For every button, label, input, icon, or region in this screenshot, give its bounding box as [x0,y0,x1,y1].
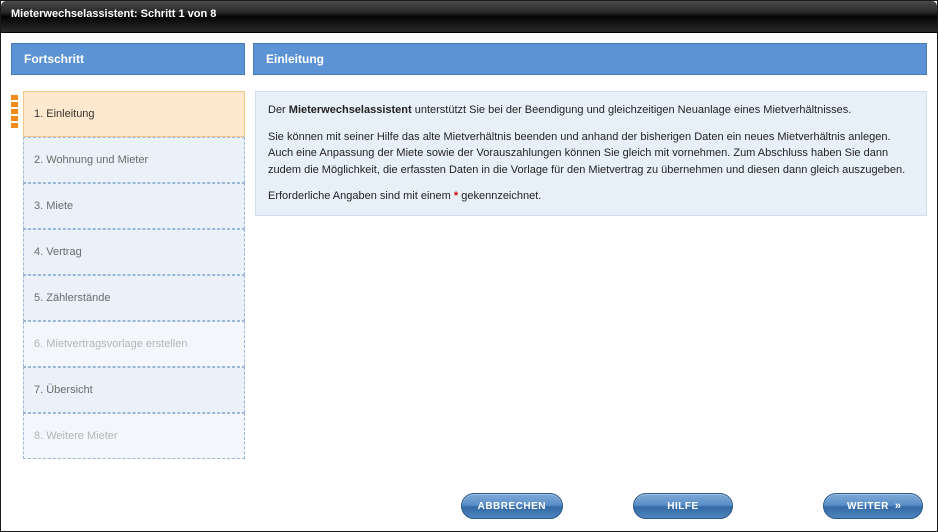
intro-text: Der [268,104,289,116]
main-column: Der Mieterwechselassistent unterstützt S… [255,91,927,481]
step-label: 2. Wohnung und Mieter [34,154,148,166]
step-label: 3. Miete [34,200,73,212]
step-label: 8. Weitere Mieter [34,430,118,442]
step-6-mietvertragsvorlage: 6. Mietvertragsvorlage erstellen [23,321,245,367]
progress-header: Fortschritt [11,43,245,75]
progress-column: 1. Einleitung 2. Wohnung und Mieter 3. M… [11,91,245,481]
cancel-button[interactable]: ABBRECHEN [461,493,563,519]
intro-panel: Der Mieterwechselassistent unterstützt S… [255,91,927,216]
button-label: ABBRECHEN [478,501,546,512]
step-label: 5. Zählerstände [34,292,110,304]
step-4-vertrag[interactable]: 4. Vertrag [23,229,245,275]
step-8-weitere-mieter: 8. Weitere Mieter [23,413,245,459]
body-row: 1. Einleitung 2. Wohnung und Mieter 3. M… [11,91,927,481]
spacer [563,493,633,519]
step-indicator-icon [11,95,19,128]
button-label: HILFE [667,501,698,512]
button-row: ABBRECHEN HILFE WEITER » [1,493,937,519]
intro-text: unterstützt Sie bei der Beendigung und g… [412,104,852,116]
spacer [15,493,461,519]
titlebar: Mieterwechselassistent: Schritt 1 von 8 [1,1,937,33]
window-title: Mieterwechselassistent: Schritt 1 von 8 [11,8,216,20]
intro-text: Erforderliche Angaben sind mit einem [268,190,454,202]
intro-paragraph-1: Der Mieterwechselassistent unterstützt S… [268,102,914,119]
step-label: 7. Übersicht [34,384,93,396]
next-button[interactable]: WEITER » [823,493,923,519]
step-7-uebersicht[interactable]: 7. Übersicht [23,367,245,413]
main-header: Einleitung [253,43,927,75]
step-5-zaehlerstaende[interactable]: 5. Zählerstände [23,275,245,321]
step-label: 4. Vertrag [34,246,82,258]
column-headers: Fortschritt Einleitung [11,43,927,75]
button-label: WEITER [847,501,889,512]
step-1-einleitung[interactable]: 1. Einleitung [23,91,245,137]
chevron-right-icon: » [895,500,899,512]
help-button[interactable]: HILFE [633,493,733,519]
intro-paragraph-2: Sie können mit seiner Hilfe das alte Mie… [268,129,914,179]
step-label: 6. Mietvertragsvorlage erstellen [34,338,187,350]
intro-text: gekennzeichnet. [458,190,541,202]
intro-bold: Mieterwechselassistent [289,104,412,116]
intro-paragraph-3: Erforderliche Angaben sind mit einem * g… [268,188,914,205]
step-3-miete[interactable]: 3. Miete [23,183,245,229]
wizard-window: Mieterwechselassistent: Schritt 1 von 8 … [0,0,938,532]
progress-header-label: Fortschritt [24,52,84,66]
content-area: Fortschritt Einleitung 1. Einleitung 2. … [1,33,937,531]
step-2-wohnung-und-mieter[interactable]: 2. Wohnung und Mieter [23,137,245,183]
spacer [733,493,823,519]
steps-list: 1. Einleitung 2. Wohnung und Mieter 3. M… [11,91,245,459]
main-header-label: Einleitung [266,52,324,66]
step-label: 1. Einleitung [34,108,95,120]
